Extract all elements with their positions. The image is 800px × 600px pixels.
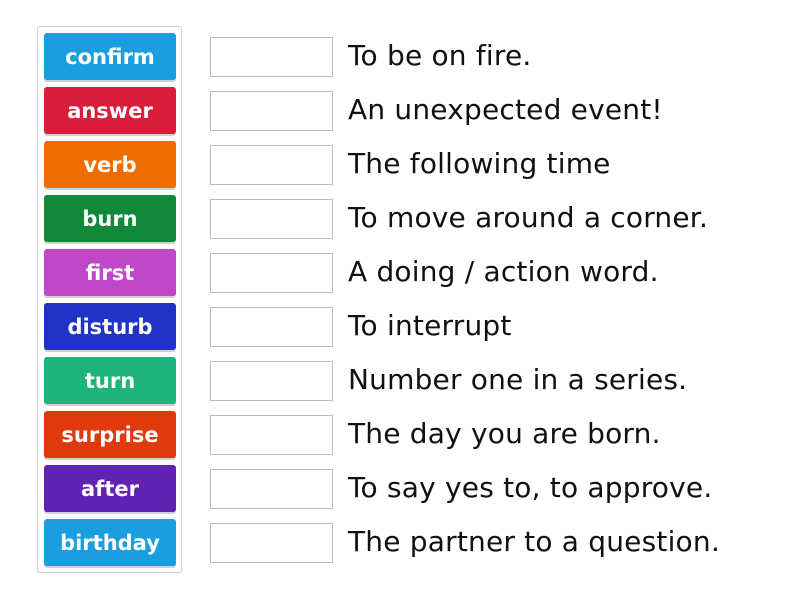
clue-text: To interrupt bbox=[348, 309, 512, 342]
clue-text: The partner to a question. bbox=[348, 525, 720, 558]
answer-drop-slot[interactable] bbox=[210, 415, 333, 455]
word-tile-answer[interactable]: answer bbox=[44, 87, 176, 134]
word-tile-disturb[interactable]: disturb bbox=[44, 303, 176, 350]
word-tile-first[interactable]: first bbox=[44, 249, 176, 296]
clue-text: The following time bbox=[348, 147, 611, 180]
word-tile-burn[interactable]: burn bbox=[44, 195, 176, 242]
answer-drop-slot[interactable] bbox=[210, 307, 333, 347]
clue-text: To be on fire. bbox=[348, 39, 532, 72]
answer-drop-slot[interactable] bbox=[210, 91, 333, 131]
clue-text: Number one in a series. bbox=[348, 363, 688, 396]
word-tile-birthday[interactable]: birthday bbox=[44, 519, 176, 566]
clue-text: The day you are born. bbox=[348, 417, 661, 450]
answer-drop-slot[interactable] bbox=[210, 523, 333, 563]
answer-drop-slot[interactable] bbox=[210, 37, 333, 77]
word-tile-surprise[interactable]: surprise bbox=[44, 411, 176, 458]
word-tile-confirm[interactable]: confirm bbox=[44, 33, 176, 80]
clue-text: To move around a corner. bbox=[348, 201, 709, 234]
answer-drop-slot[interactable] bbox=[210, 145, 333, 185]
clue-text: An unexpected event! bbox=[348, 93, 663, 126]
clue-text: To say yes to, to approve. bbox=[348, 471, 713, 504]
answer-drop-slot[interactable] bbox=[210, 361, 333, 401]
clue-text: A doing / action word. bbox=[348, 255, 659, 288]
answer-drop-slot[interactable] bbox=[210, 199, 333, 239]
word-tile-after[interactable]: after bbox=[44, 465, 176, 512]
answer-drop-slot[interactable] bbox=[210, 253, 333, 293]
word-tile-turn[interactable]: turn bbox=[44, 357, 176, 404]
answer-drop-slot[interactable] bbox=[210, 469, 333, 509]
word-tile-verb[interactable]: verb bbox=[44, 141, 176, 188]
